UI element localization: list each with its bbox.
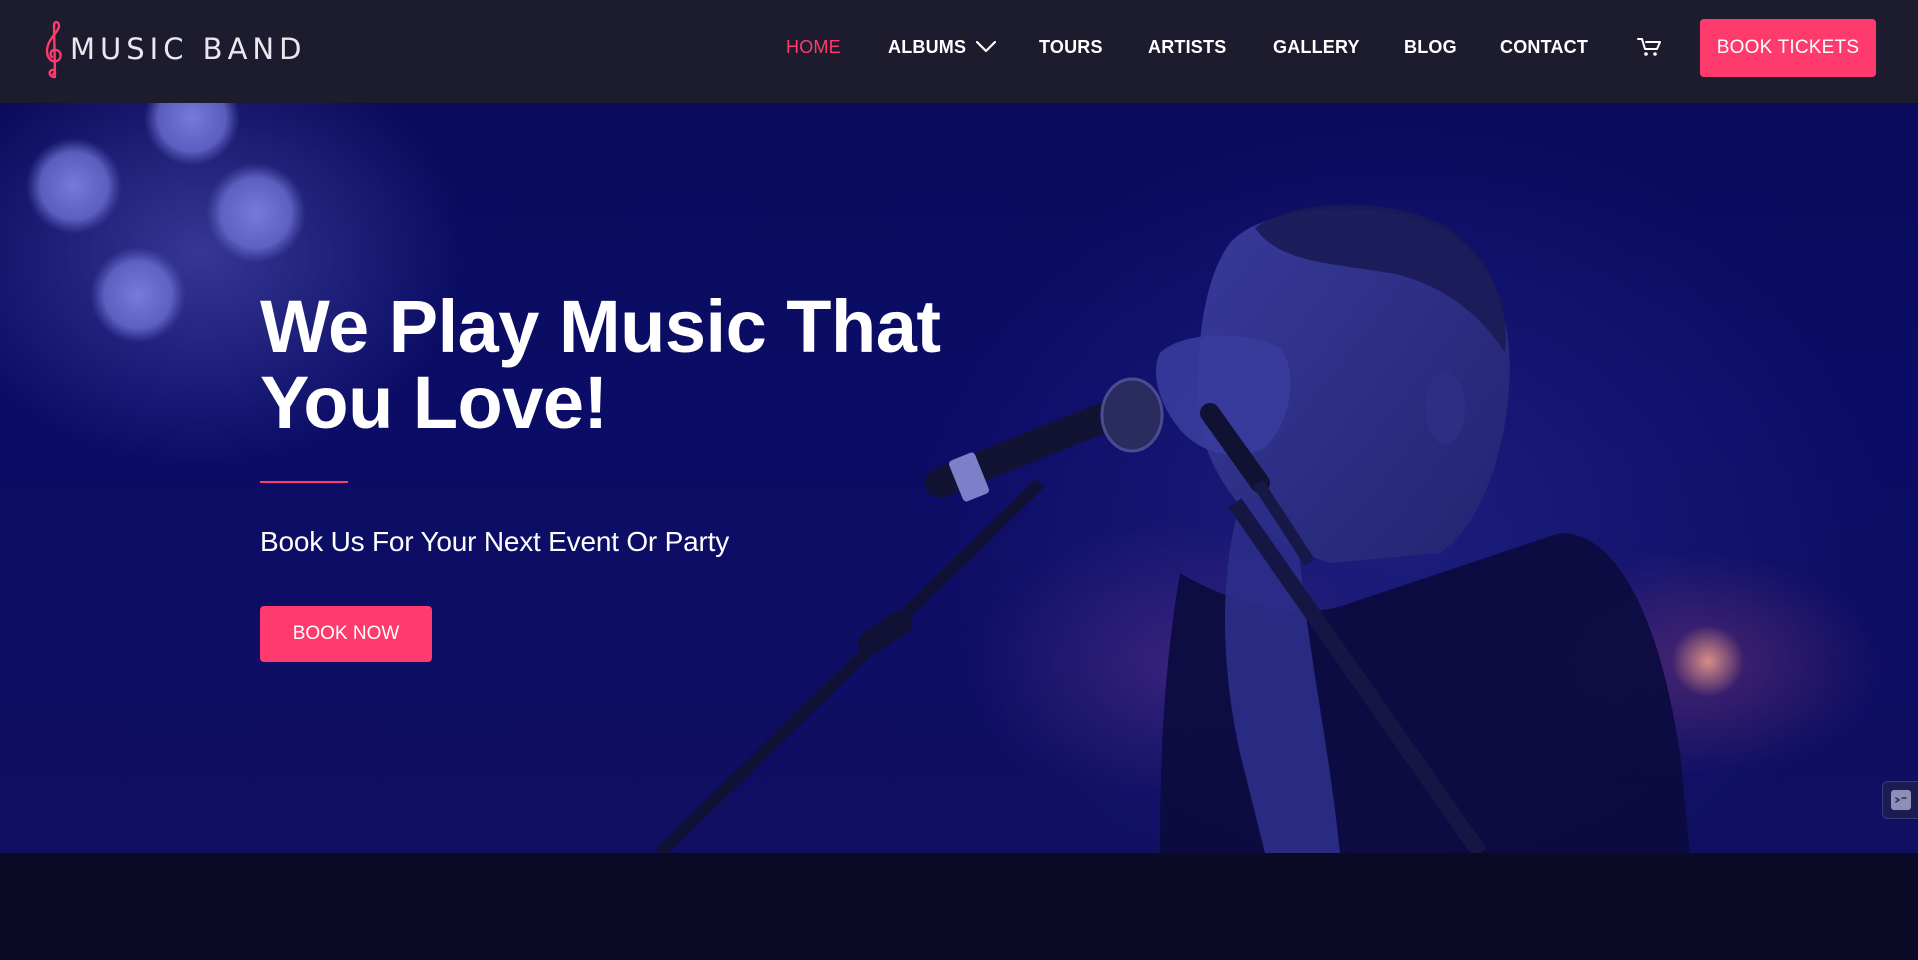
nav-item-gallery[interactable]: GALLERY xyxy=(1273,36,1360,58)
hero-title-line1: We Play Music That xyxy=(260,285,941,368)
code-widget-icon[interactable] xyxy=(1882,781,1918,819)
page: MUSIC BAND HOME ALBUMS TOURS ARTISTS GAL… xyxy=(0,0,1918,960)
hero-title-line2: You Love! xyxy=(260,361,608,444)
page-bottom-section xyxy=(0,853,1918,960)
chevron-down-icon xyxy=(976,41,997,53)
cart-icon[interactable] xyxy=(1636,34,1662,58)
hero-section: We Play Music That You Love! Book Us For… xyxy=(0,103,1918,853)
hero-title: We Play Music That You Love! xyxy=(260,289,1040,441)
hero-subtitle: Book Us For Your Next Event Or Party xyxy=(260,526,729,557)
site-header: MUSIC BAND HOME ALBUMS TOURS ARTISTS GAL… xyxy=(0,0,1918,103)
nav-item-artists[interactable]: ARTISTS xyxy=(1148,36,1226,58)
book-tickets-button[interactable]: BOOK TICKETS xyxy=(1700,19,1876,77)
nav-item-albums[interactable]: ALBUMS xyxy=(888,36,997,58)
nav-item-albums-label: ALBUMS xyxy=(888,36,967,57)
nav-item-blog[interactable]: BLOG xyxy=(1404,36,1457,58)
main-nav: HOME ALBUMS TOURS ARTISTS GALLERY BLOG C… xyxy=(0,0,1918,93)
nav-item-contact[interactable]: CONTACT xyxy=(1500,36,1588,58)
nav-item-home[interactable]: HOME xyxy=(786,36,841,58)
hero-divider xyxy=(260,481,348,483)
singer-at-microphone-photo xyxy=(26,103,1744,853)
book-now-button[interactable]: BOOK NOW xyxy=(260,606,432,662)
nav-item-tours[interactable]: TOURS xyxy=(1039,36,1103,58)
